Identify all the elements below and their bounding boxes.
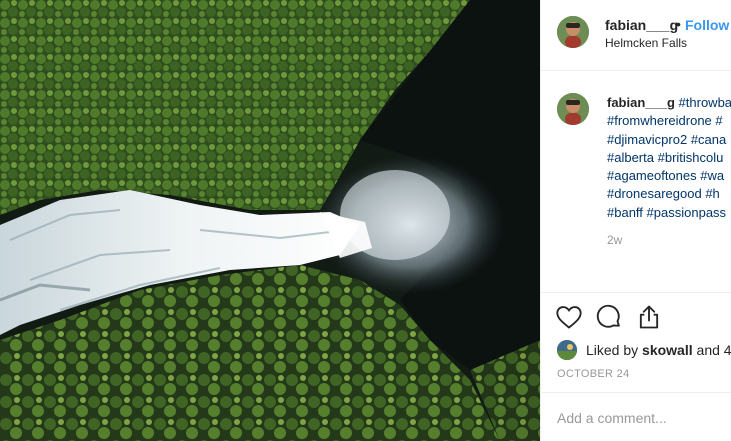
post-header: fabian___g • Follow Helmcken Falls xyxy=(541,0,731,71)
avatar-photo-icon xyxy=(557,16,589,48)
share-icon[interactable] xyxy=(635,303,663,331)
hashtag[interactable]: #dronesaregood xyxy=(607,186,702,201)
hashtag[interactable]: #wa xyxy=(700,168,724,183)
hashtag[interactable]: # xyxy=(715,113,722,128)
hashtag[interactable]: #britishcolu xyxy=(658,150,724,165)
liker-avatar[interactable] xyxy=(557,340,577,360)
hashtag[interactable]: #agameoftones xyxy=(607,168,697,183)
caption-text: fabian___g #throwba #fromwhereidrone # #… xyxy=(607,94,731,222)
caption-age[interactable]: 2w xyxy=(607,233,622,247)
hashtag[interactable]: #djimavicpro2 xyxy=(607,132,687,147)
likes-suffix[interactable]: and 49 xyxy=(697,342,731,358)
hashtag[interactable]: #alberta xyxy=(607,150,654,165)
follow-button[interactable]: Follow xyxy=(685,17,729,33)
heart-icon[interactable] xyxy=(555,303,583,331)
hashtag[interactable]: #banff xyxy=(607,205,643,220)
avatar-photo-icon xyxy=(557,340,577,360)
author-avatar[interactable] xyxy=(557,16,589,48)
hashtag[interactable]: #cana xyxy=(691,132,726,147)
hashtag[interactable]: #throwba xyxy=(679,95,731,110)
instagram-post-view: fabian___g • Follow Helmcken Falls fabia… xyxy=(0,0,731,441)
separator-dot: • xyxy=(676,16,681,32)
add-comment-bar xyxy=(541,392,731,441)
post-actions xyxy=(541,292,731,343)
post-sidebar: fabian___g • Follow Helmcken Falls fabia… xyxy=(540,0,731,441)
comment-input[interactable] xyxy=(557,410,727,426)
post-location[interactable]: Helmcken Falls xyxy=(605,36,687,50)
post-photo[interactable] xyxy=(0,0,540,441)
waterfall-aerial-image xyxy=(0,0,540,441)
liker-username[interactable]: skowall xyxy=(642,342,693,358)
caption-author-avatar[interactable] xyxy=(557,93,589,125)
hashtag[interactable]: #h xyxy=(705,186,719,201)
hashtag[interactable]: #fromwhereidrone xyxy=(607,113,712,128)
comment-icon[interactable] xyxy=(595,303,623,331)
post-date[interactable]: OCTOBER 24 xyxy=(557,368,630,380)
author-username[interactable]: fabian___g xyxy=(605,17,678,33)
likes-text: Liked by skowall and 49 xyxy=(586,342,731,358)
caption-username[interactable]: fabian___g xyxy=(607,95,675,110)
hashtag[interactable]: #passionpass xyxy=(647,205,727,220)
avatar-photo-icon xyxy=(557,93,589,125)
likes-prefix: Liked by xyxy=(586,342,639,358)
